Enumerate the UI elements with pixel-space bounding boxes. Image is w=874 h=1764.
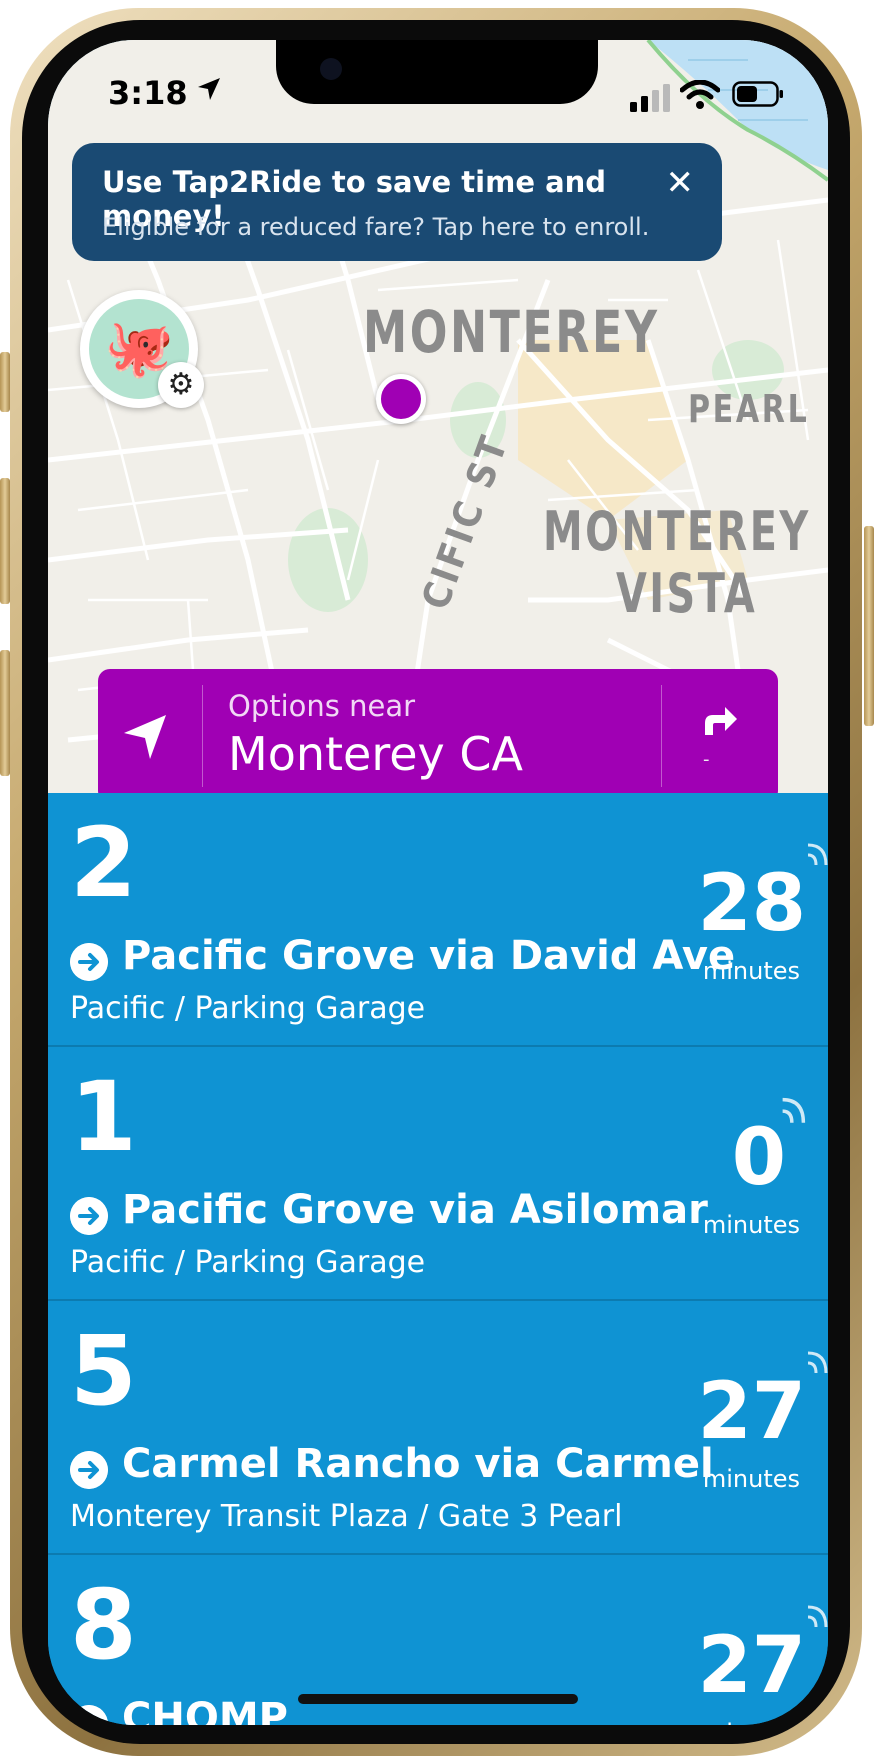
- route-stop: Monterey Transit Plaza / Gate 3 Pearl: [70, 1499, 623, 1534]
- battery-icon: [732, 81, 783, 107]
- volume-down-button: [0, 650, 10, 776]
- eta-unit: minutes: [702, 957, 800, 985]
- tap2ride-promo-banner[interactable]: Use Tap2Ride to save time and money! Eli…: [72, 143, 722, 261]
- current-location-name[interactable]: Monterey CA: [228, 727, 523, 781]
- navigation-arrow-icon[interactable]: [98, 669, 202, 803]
- realtime-signal-icon: [807, 1351, 828, 1374]
- map-label-monterey: MONTEREY: [363, 298, 660, 366]
- route-name: Pacific Grove via Asilomar: [122, 1187, 708, 1233]
- home-indicator[interactable]: [298, 1694, 578, 1704]
- front-camera: [320, 58, 342, 80]
- phone-device: MONTEREY PEARL MONTEREY VISTA CIFIC ST 🐙…: [0, 0, 874, 1764]
- eta-unit: minutes: [703, 1719, 800, 1725]
- silent-switch: [0, 352, 10, 412]
- cellular-signal-icon: [630, 84, 670, 112]
- route-row[interactable]: 2 Pacific Grove via David Ave Pacific / …: [48, 793, 828, 1047]
- realtime-signal-icon: [807, 1605, 828, 1628]
- map-label-monterey-vista-line1: MONTEREY: [543, 500, 811, 563]
- arrow-right-circle-icon: [70, 1197, 108, 1235]
- map-label-monterey-vista-line2: VISTA: [616, 562, 758, 625]
- banner-subtitle: Eligible for a reduced fare? Tap here to…: [102, 213, 650, 241]
- arrow-right-circle-icon: [70, 1451, 108, 1489]
- gear-icon[interactable]: ⚙: [158, 362, 204, 408]
- realtime-signal-icon: [807, 843, 828, 866]
- route-name: CHOMP: [122, 1695, 288, 1725]
- route-stop: Pacific / Parking Garage: [70, 1245, 426, 1280]
- route-stop: Pacific / Parking Garage: [70, 991, 426, 1026]
- route-name: Carmel Rancho via Carmel: [122, 1441, 714, 1487]
- app-screen: MONTEREY PEARL MONTEREY VISTA CIFIC ST 🐙…: [48, 40, 828, 1725]
- turn-right-directions-icon[interactable]: [661, 669, 778, 803]
- route-row[interactable]: 1 Pacific Grove via Asilomar Pacific / P…: [48, 1047, 828, 1301]
- directions-subtext: -: [703, 749, 710, 770]
- route-number: 1: [70, 1061, 137, 1173]
- eta-unit: minutes: [702, 1211, 800, 1239]
- route-list[interactable]: 2 Pacific Grove via David Ave Pacific / …: [48, 793, 828, 1725]
- wifi-icon: [680, 80, 720, 109]
- arrow-right-circle-icon: [70, 943, 108, 981]
- eta-minutes: 0: [731, 1113, 786, 1203]
- options-near-label: Options near: [228, 689, 416, 723]
- route-number: 5: [70, 1315, 137, 1427]
- location-search-bar[interactable]: Options near Monterey CA -: [98, 669, 778, 803]
- power-button: [864, 526, 874, 726]
- route-name: Pacific Grove via David Ave: [122, 933, 736, 979]
- route-row[interactable]: 5 Carmel Rancho via Carmel Monterey Tran…: [48, 1301, 828, 1555]
- eta-minutes: 27: [697, 1367, 806, 1457]
- current-location-pin[interactable]: [376, 374, 426, 424]
- volume-up-button: [0, 478, 10, 604]
- search-divider-left: [202, 685, 203, 787]
- arrow-right-circle-icon: [70, 1705, 108, 1725]
- status-time: 3:18: [108, 74, 188, 112]
- close-icon[interactable]: ✕: [666, 163, 695, 203]
- map-label-pearl: PEARL: [688, 387, 810, 431]
- route-number: 8: [70, 1569, 137, 1681]
- eta-minutes: 27: [697, 1621, 806, 1711]
- eta-minutes: 28: [697, 859, 806, 949]
- route-number: 2: [70, 807, 137, 919]
- location-arrow-icon: [198, 78, 220, 100]
- eta-unit: minutes: [702, 1465, 800, 1493]
